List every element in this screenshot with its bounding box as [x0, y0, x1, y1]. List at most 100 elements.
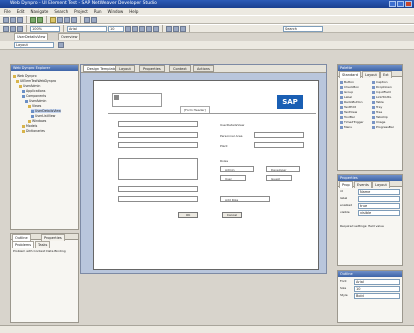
preview-icon[interactable]	[180, 25, 186, 32]
size-select[interactable]: 10	[354, 286, 400, 292]
palette-item[interactable]: Table	[372, 100, 384, 104]
open-perspective-icon[interactable]	[58, 42, 64, 48]
close-icon[interactable]	[405, 1, 412, 7]
palette-item[interactable]: Tree	[372, 110, 382, 114]
menu-file[interactable]: File	[4, 8, 11, 15]
palette-item[interactable]: InputField	[372, 90, 391, 94]
palette-item[interactable]: Tabstrip	[372, 115, 388, 119]
department-dropdown[interactable]	[118, 132, 198, 138]
align-center-icon[interactable]	[146, 25, 152, 32]
add-role-input[interactable]: Add Role	[220, 196, 270, 202]
deploy-icon[interactable]	[84, 16, 90, 23]
search-icon[interactable]	[57, 16, 63, 23]
font-combo[interactable]: Arial	[67, 25, 107, 32]
tree-item[interactable]: Applications	[22, 89, 45, 93]
new-icon[interactable]	[3, 16, 9, 23]
tree-item[interactable]: UserAdmin	[19, 84, 40, 88]
font-select[interactable]: Arial	[354, 279, 400, 285]
palette-item[interactable]: Label	[340, 95, 352, 99]
palette-item[interactable]: Menu	[340, 125, 352, 129]
cut-icon[interactable]	[3, 25, 9, 32]
style-select[interactable]: Bold	[354, 293, 400, 299]
comments-textarea[interactable]	[118, 158, 198, 180]
menu-help[interactable]: Help	[129, 8, 138, 15]
tab-problems[interactable]: Problems	[12, 241, 35, 248]
build-icon[interactable]	[91, 16, 97, 23]
forward-icon[interactable]	[71, 16, 77, 23]
menu-window[interactable]: Window	[108, 8, 124, 15]
palette-item[interactable]: Button	[340, 80, 354, 84]
tab-actions[interactable]: Actions	[193, 65, 214, 72]
layout-icon[interactable]	[173, 25, 179, 32]
search-combo[interactable]: Search	[283, 25, 323, 32]
property-value-input[interactable]	[358, 196, 400, 202]
property-value-input[interactable]: Name	[358, 189, 400, 195]
role-checkbox-developer[interactable]: Developer	[266, 166, 300, 172]
palette-item[interactable]: TimedTrigger	[340, 120, 364, 124]
approver-dropdown[interactable]	[118, 186, 198, 192]
cancel-button[interactable]: Cancel	[222, 212, 242, 218]
property-value-input[interactable]: visible	[358, 210, 400, 216]
menu-run[interactable]: Run	[94, 8, 102, 15]
paste-icon[interactable]	[17, 25, 23, 32]
palette-item[interactable]: DropDown	[372, 85, 392, 89]
save-icon[interactable]	[10, 16, 16, 23]
menu-search[interactable]: Search	[54, 8, 68, 15]
palette-item[interactable]: CheckBox	[340, 85, 359, 89]
tab-user-details-view[interactable]: UserDetailsView	[14, 33, 49, 40]
tab-properties-view[interactable]: Properties	[139, 65, 165, 72]
minimize-icon[interactable]	[389, 1, 396, 7]
align-right-icon[interactable]	[153, 25, 159, 32]
tree-item[interactable]: Dictionaries	[22, 129, 45, 133]
palette-item[interactable]: ProgressBar	[372, 125, 394, 129]
menu-navigate[interactable]: Navigate	[30, 8, 48, 15]
grid-icon[interactable]	[166, 25, 172, 32]
palette-item[interactable]: TextView	[340, 110, 357, 114]
menu-edit[interactable]: Edit	[17, 8, 25, 15]
tree-item[interactable]: Web Dynpro	[13, 74, 37, 78]
tab-tasks[interactable]: Tasks	[35, 241, 51, 248]
tree-item[interactable]: Components	[22, 94, 46, 98]
role-checkbox-user[interactable]: User	[220, 175, 246, 181]
palette-item[interactable]: Group	[340, 90, 353, 94]
tree-item[interactable]: Views	[28, 104, 41, 108]
tree-item[interactable]: UIElemTestWebDynpro	[16, 79, 56, 83]
debug-icon[interactable]	[37, 16, 43, 23]
tab-context[interactable]: Context	[169, 65, 191, 72]
tree-item[interactable]: UserListView	[31, 114, 55, 118]
print-icon[interactable]	[17, 16, 23, 23]
approve-date-input[interactable]	[118, 196, 198, 202]
ok-button[interactable]: OK	[178, 212, 198, 218]
role-checkbox-admin[interactable]: Admin	[220, 166, 254, 172]
tree-item[interactable]: UserAdmin	[25, 99, 46, 103]
zoom-combo[interactable]: 100%	[30, 25, 60, 32]
copy-icon[interactable]	[10, 25, 16, 32]
perspective-combo[interactable]: Layout	[14, 42, 54, 48]
menu-project[interactable]: Project	[74, 8, 88, 15]
palette-item[interactable]: RadioButton	[340, 100, 362, 104]
tab-properties[interactable]: Properties	[41, 234, 65, 241]
maximize-icon[interactable]	[397, 1, 404, 7]
palette-item[interactable]: LinkToURL	[372, 95, 391, 99]
bold-icon[interactable]	[125, 25, 131, 32]
back-icon[interactable]	[64, 16, 70, 23]
palette-item[interactable]: Caption	[372, 80, 388, 84]
tab-overview[interactable]: Overview	[58, 33, 81, 40]
run-icon[interactable]	[30, 16, 36, 23]
palette-item[interactable]: ToolBar	[340, 115, 355, 119]
plant-input[interactable]	[254, 142, 304, 148]
tree-item-selected[interactable]: UserDetailsView	[31, 109, 61, 113]
italic-icon[interactable]	[132, 25, 138, 32]
size-combo[interactable]: 10	[108, 25, 124, 32]
tree-item[interactable]: Windows	[28, 119, 46, 123]
property-value-input[interactable]: true	[358, 203, 400, 209]
align-left-icon[interactable]	[139, 25, 145, 32]
palette-item[interactable]: TextEdit	[340, 105, 356, 109]
name-input[interactable]	[118, 121, 198, 127]
tree-item[interactable]: Models	[22, 124, 37, 128]
folder-icon[interactable]	[50, 16, 56, 23]
palette-item[interactable]: Tray	[372, 105, 382, 109]
tab-layout[interactable]: Layout	[115, 65, 135, 72]
palette-item[interactable]: Image	[372, 120, 385, 124]
cost-center-input[interactable]	[118, 142, 198, 148]
